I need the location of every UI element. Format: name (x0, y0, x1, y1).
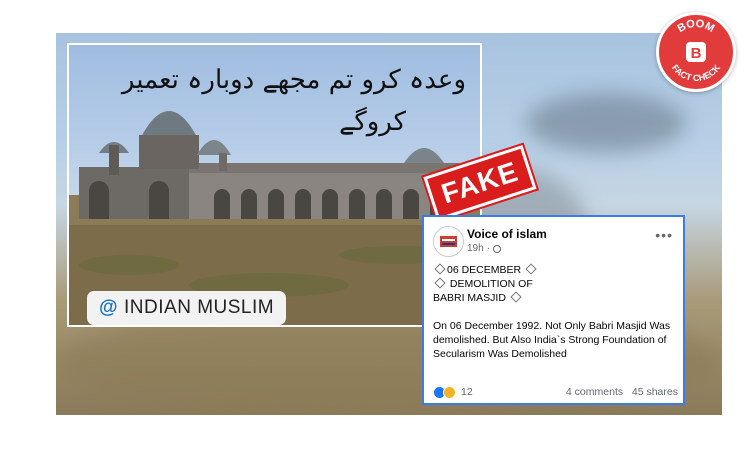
at-icon: @ (99, 297, 119, 318)
avatar-icon (435, 228, 462, 255)
post-line3: BABRI MASJID (433, 292, 506, 304)
reaction-count[interactable]: 12 (461, 386, 473, 398)
post-footer: 12 4 comments 45 shares (433, 385, 678, 399)
svg-text:BOOM: BOOM (675, 18, 716, 35)
post-meta: 19h · (467, 243, 502, 254)
urdu-caption: وعدہ کرو تم مجھے دوبارہ تعمیر کروگے (86, 59, 466, 143)
handle-name: INDIAN MUSLIM (124, 297, 275, 318)
logo-top-text: BOOM (675, 18, 716, 35)
source-handle-badge: @ INDIAN MUSLIM (87, 291, 287, 325)
post-line1: 06 DECEMBER (447, 264, 522, 276)
post-body: 06 DECEMBER DEMOLITION OF BABRI MASJID O… (433, 263, 678, 361)
shares-count[interactable]: 45 shares (632, 386, 678, 398)
logo-letter: B (691, 45, 702, 62)
diamond-emoji-icon (510, 291, 522, 303)
diamond-emoji-icon (434, 277, 446, 289)
diamond-emoji-icon (434, 263, 446, 275)
diamond-emoji-icon (525, 263, 537, 275)
globe-icon (493, 244, 502, 253)
boom-fact-check-logo: BOOM B FACT CHECK (656, 12, 736, 92)
svg-text:FACT CHECK: FACT CHECK (670, 62, 723, 83)
urdu-caption-line1: وعدہ کرو تم مجھے دوبارہ تعمیر (121, 65, 466, 95)
page-avatar[interactable] (433, 226, 464, 257)
mosque-photo-card: وعدہ کرو تم مجھے دوبارہ تعمیر کروگے @ IN… (67, 43, 482, 327)
page-name[interactable]: Voice of islam (467, 227, 547, 241)
urdu-caption-line2: کروگے (339, 107, 406, 137)
post-paragraph: On 06 December 1992. Not Only Babri Masj… (433, 320, 671, 360)
post-stats: 4 comments 45 shares (566, 386, 678, 398)
sad-reaction-icon[interactable] (443, 385, 456, 399)
more-options-icon[interactable]: ••• (655, 227, 673, 243)
post-time[interactable]: 19h (467, 243, 484, 254)
comments-count[interactable]: 4 comments (566, 386, 623, 398)
post-line2: DEMOLITION OF (449, 278, 533, 290)
facebook-post-card: Voice of islam 19h · ••• 06 DECEMBER DEM… (422, 215, 685, 405)
boom-logo-graphic: BOOM B FACT CHECK (670, 18, 723, 83)
logo-bottom-text: FACT CHECK (670, 62, 723, 83)
